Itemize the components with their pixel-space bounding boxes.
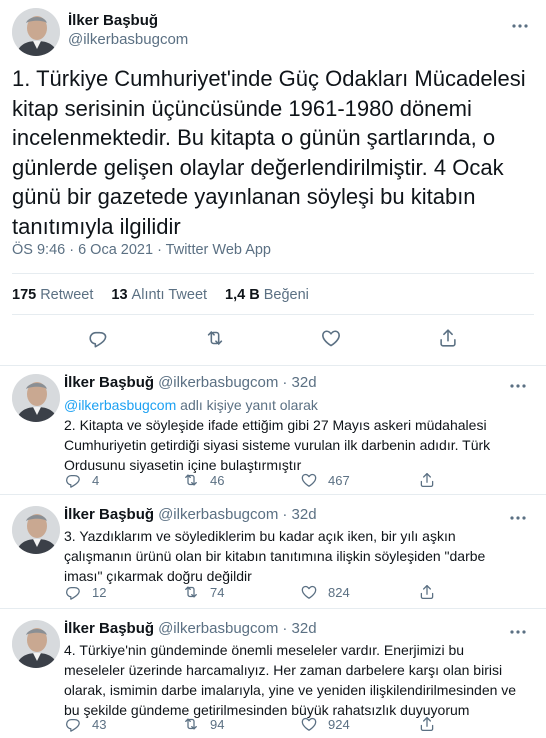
reply-button[interactable]: 43 [64, 715, 182, 733]
author-handle[interactable]: @ilkerbasbugcom [158, 620, 278, 637]
author-name[interactable]: İlker Başbuğ [64, 620, 154, 637]
avatar[interactable] [12, 374, 60, 422]
retweet-button[interactable]: 94 [182, 715, 300, 733]
replying-to: @ilkerbasbugcom adlı kişiye yanıt olarak [64, 395, 524, 415]
author-handle[interactable]: @ilkerbasbugcom [68, 31, 188, 48]
author-name[interactable]: İlker Başbuğ [64, 374, 154, 391]
reply-actions: 43 94 924 [64, 714, 484, 734]
heart-icon [301, 473, 317, 487]
retweet-button[interactable]: 46 [182, 471, 300, 489]
more-horizontal-icon[interactable] [510, 508, 526, 524]
reply-tweet[interactable]: İlker Başbuğ @ilkerbasbugcom · 32d 3. Ya… [0, 506, 546, 611]
reply-actions: 12 74 824 [64, 582, 484, 602]
share-button[interactable] [418, 471, 436, 489]
more-horizontal-icon[interactable] [510, 376, 526, 392]
reply-tweet[interactable]: İlker Başbuğ @ilkerbasbugcom · 32d @ilke… [0, 374, 546, 494]
reply-actions: 4 46 467 [64, 470, 484, 490]
reply-text: 4. Türkiye'nin gündeminde önemli meselel… [64, 642, 517, 718]
reply-time[interactable]: · 32d [282, 620, 316, 637]
retweet-icon [185, 718, 197, 730]
main-tweet-author: İlker Başbuğ @ilkerbasbugcom [12, 8, 534, 56]
avatar[interactable] [12, 506, 60, 554]
author-name[interactable]: İlker Başbuğ [64, 506, 154, 523]
reply-icon[interactable] [87, 327, 109, 354]
retweets-stat[interactable]: 175 Retweet [12, 287, 93, 303]
like-button[interactable]: 467 [300, 471, 418, 489]
divider [0, 365, 546, 366]
more-horizontal-icon[interactable] [510, 622, 526, 638]
divider [12, 273, 534, 274]
reply-icon [65, 475, 80, 488]
share-button[interactable] [418, 715, 436, 733]
tweet-stats: 175 Retweet 13 Alıntı Tweet 1,4 B Beğeni [12, 287, 309, 303]
heart-icon [301, 585, 317, 599]
reply-text: 2. Kitapta ve söyleşide ifade ettiğim gi… [64, 417, 491, 473]
reply-time[interactable]: · 32d [282, 506, 316, 523]
reply-icon [65, 719, 80, 732]
reply-button[interactable]: 12 [64, 583, 182, 601]
author-handle[interactable]: @ilkerbasbugcom [158, 374, 278, 391]
likes-stat[interactable]: 1,4 B Beğeni [225, 287, 309, 303]
quotes-stat[interactable]: 13 Alıntı Tweet [111, 287, 207, 303]
share-icon [420, 472, 434, 488]
retweet-button[interactable]: 74 [182, 583, 300, 601]
avatar[interactable] [12, 8, 60, 56]
divider [0, 608, 546, 609]
tweet-text: 1. Türkiye Cumhuriyet'inde Güç Odakları … [12, 66, 532, 239]
reply-icon [65, 587, 80, 600]
reply-text: 3. Yazdıklarım ve söylediklerim bu kadar… [64, 528, 486, 584]
share-icon [420, 584, 434, 600]
more-horizontal-icon[interactable] [512, 16, 528, 32]
replying-to-label: adlı kişiye yanıt olarak [176, 397, 318, 413]
reply-time[interactable]: · 32d [282, 374, 316, 391]
share-icon[interactable] [437, 327, 459, 354]
reply-tweet[interactable]: İlker Başbuğ @ilkerbasbugcom · 32d 4. Tü… [0, 620, 546, 738]
author-handle[interactable]: @ilkerbasbugcom [158, 506, 278, 523]
share-icon [420, 716, 434, 732]
retweet-icon [185, 586, 197, 598]
reply-header: İlker Başbuğ @ilkerbasbugcom · 32d [64, 506, 317, 523]
author-name[interactable]: İlker Başbuğ [68, 12, 188, 29]
main-tweet-actions [0, 326, 546, 354]
retweet-icon [185, 474, 197, 486]
reply-button[interactable]: 4 [64, 471, 182, 489]
divider [0, 494, 546, 495]
reply-header: İlker Başbuğ @ilkerbasbugcom · 32d [64, 374, 317, 391]
reply-header: İlker Başbuğ @ilkerbasbugcom · 32d [64, 620, 317, 637]
heart-icon [301, 717, 317, 731]
tweet-meta[interactable]: ÖS 9:46 · 6 Oca 2021 · Twitter Web App [12, 242, 271, 258]
avatar[interactable] [12, 620, 60, 668]
like-button[interactable]: 824 [300, 583, 418, 601]
like-button[interactable]: 924 [300, 715, 418, 733]
replying-to-link[interactable]: @ilkerbasbugcom [64, 397, 176, 413]
retweet-icon[interactable] [204, 327, 226, 354]
share-button[interactable] [418, 583, 436, 601]
heart-icon[interactable] [320, 327, 342, 354]
divider [12, 314, 534, 315]
